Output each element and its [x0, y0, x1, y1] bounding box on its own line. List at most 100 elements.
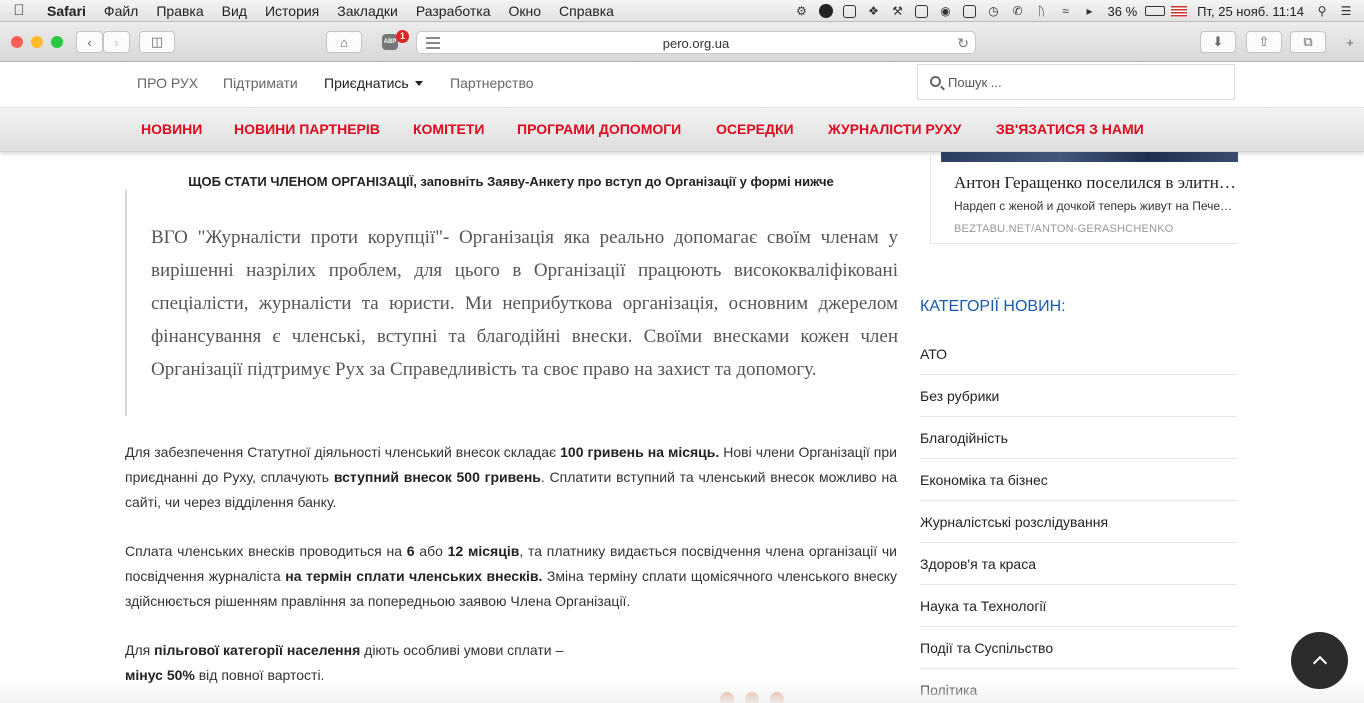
mission-quote-text: ВГО "Журналісти проти корупції"- Організ…: [151, 227, 898, 380]
categories-list: АТО Без рубрики Благодійність Економіка …: [920, 333, 1237, 703]
mission-blockquote: ВГО "Журналісти проти корупції"- Організ…: [125, 190, 898, 416]
category-uncategorized[interactable]: Без рубрики: [920, 375, 1237, 417]
fee-monthly-amount: 100 гривень на місяць.: [560, 444, 720, 460]
close-window-button[interactable]: [11, 36, 23, 48]
timemachine-icon[interactable]: ◷: [982, 0, 1006, 22]
discount-amount: мінус 50%: [125, 667, 195, 683]
category-science[interactable]: Наука та Технології: [920, 585, 1237, 627]
nav-about[interactable]: ПРО РУХ: [137, 75, 198, 91]
eye-icon[interactable]: ◉: [934, 0, 958, 22]
category-health[interactable]: Здоров'я та краса: [920, 543, 1237, 585]
tools-icon[interactable]: ⚒: [886, 0, 910, 22]
wifi-icon[interactable]: ≈: [1054, 0, 1078, 22]
menu-history[interactable]: История: [256, 3, 328, 19]
period-twelve: 12 місяців: [447, 543, 520, 559]
categories-heading: КАТЕГОРІЇ НОВИН:: [920, 298, 1066, 315]
menu-news[interactable]: НОВИНИ: [141, 121, 202, 137]
discount-paragraph: Для пільгової категорії населення діють …: [125, 638, 575, 688]
join-intro-rest: , заповніть Заяву-Анкету про вступ до Ор…: [413, 174, 834, 189]
period-text-1: Сплата членських внесків проводиться на: [125, 543, 407, 559]
menu-develop[interactable]: Разработка: [407, 3, 500, 19]
volume-icon[interactable]: ▸: [1078, 0, 1102, 22]
evernote-icon[interactable]: [958, 0, 982, 22]
reload-icon[interactable]: ↻: [957, 35, 969, 52]
box-icon[interactable]: [838, 0, 862, 22]
period-text-2: або: [414, 543, 448, 559]
adblock-button[interactable]: ABP 1: [374, 30, 412, 53]
nav-join-label: Приєднатись: [324, 75, 409, 91]
new-tab-icon[interactable]: +: [1340, 31, 1360, 53]
fee-entry-amount: вступний внесок 500 гривень: [333, 469, 541, 485]
category-charity[interactable]: Благодійність: [920, 417, 1237, 459]
menu-journalists[interactable]: ЖУРНАЛІСТИ РУХУ: [828, 121, 961, 137]
discount-text-3: від повної вартості.: [194, 667, 325, 683]
address-bar[interactable]: pero.org.ua ↻: [416, 31, 976, 54]
menu-view[interactable]: Вид: [213, 3, 256, 19]
search-icon[interactable]: [930, 76, 941, 87]
fee-paragraph: Для забезпечення Статутної діяльності чл…: [125, 440, 897, 515]
scroll-to-top-button[interactable]: [1291, 632, 1348, 689]
safari-toolbar: ‹ › ◫ ⌂ ABP 1 pero.org.ua ↻ ⬇ ⇧ ⧉ +: [0, 22, 1364, 62]
home-icon[interactable]: ⌂: [326, 31, 362, 53]
battery-icon[interactable]: [1143, 0, 1167, 22]
period-six: 6: [406, 543, 415, 559]
phone-icon[interactable]: ✆: [1006, 0, 1030, 22]
apple-logo-icon[interactable]: : [0, 2, 38, 19]
macos-menu-bar:  Safari Файл Правка Вид История Закладк…: [0, 0, 1364, 22]
sponsored-news-title[interactable]: Антон Геращенко поселился в элитном доме: [954, 173, 1236, 193]
flag-us-icon[interactable]: [1167, 0, 1191, 22]
forward-button[interactable]: ›: [103, 31, 130, 53]
category-society[interactable]: Події та Суспільство: [920, 627, 1237, 669]
sidebar-toggle-icon[interactable]: ◫: [139, 31, 175, 53]
sponsored-news-source: BEZTABU.NET/ANTON-GERASHCHENKO: [954, 223, 1174, 235]
partial-image-strip: [700, 692, 810, 703]
nav-join[interactable]: Приєднатись: [324, 75, 423, 91]
join-intro-bold: ЩОБ СТАТИ ЧЛЕНОМ ОРГАНІЗАЦІЇ: [188, 174, 414, 189]
battery-percent[interactable]: 36 %: [1102, 4, 1144, 19]
fee-text-1: Для забезпечення Статутної діяльності чл…: [125, 444, 561, 460]
gear-icon[interactable]: ⚙: [790, 0, 814, 22]
menu-bookmarks[interactable]: Закладки: [328, 3, 407, 19]
zoom-window-button[interactable]: [51, 36, 63, 48]
sponsored-news-image[interactable]: [941, 152, 1238, 162]
menu-contact[interactable]: ЗВ'ЯЗАТИСЯ З НАМИ: [996, 121, 1144, 137]
share-icon[interactable]: ⇧: [1246, 31, 1282, 53]
site-top-nav: ПРО РУХ Підтримати Приєднатись Партнерст…: [0, 63, 1364, 107]
status-area: ⚙ ❖ ⚒ ◉ ◷ ✆ ᚢ ≈ ▸ 36 % Пт, 25 нояб. 11:1…: [790, 0, 1364, 22]
notification-center-icon[interactable]: ☰: [1334, 0, 1358, 22]
join-intro: ЩОБ СТАТИ ЧЛЕНОМ ОРГАНІЗАЦІЇ, заповніть …: [125, 174, 897, 189]
search-input[interactable]: [948, 73, 1218, 91]
chevron-up-icon: [1312, 655, 1327, 670]
menu-safari[interactable]: Safari: [38, 3, 95, 19]
minimize-window-button[interactable]: [31, 36, 43, 48]
downloads-icon[interactable]: ⬇: [1200, 31, 1236, 53]
category-politics[interactable]: Політика: [920, 669, 1237, 703]
url-text: pero.org.ua: [662, 36, 730, 51]
period-term: на термін сплати членських внесків.: [285, 568, 543, 584]
back-button[interactable]: ‹: [76, 31, 103, 53]
dropbox-icon[interactable]: ❖: [862, 0, 886, 22]
tabs-overview-icon[interactable]: ⧉: [1290, 31, 1326, 53]
bluetooth-icon[interactable]: ᚢ: [1030, 0, 1054, 22]
menu-branches[interactable]: ОСЕРЕДКИ: [716, 121, 794, 137]
nav-support[interactable]: Підтримати: [223, 75, 298, 91]
category-investigations[interactable]: Журналістські розслідування: [920, 501, 1237, 543]
category-ato[interactable]: АТО: [920, 333, 1237, 375]
clock[interactable]: Пт, 25 нояб. 11:14: [1191, 4, 1310, 19]
bolt-icon[interactable]: [814, 0, 838, 22]
menu-help[interactable]: Справка: [550, 3, 623, 19]
menu-partner-news[interactable]: НОВИНИ ПАРТНЕРІВ: [234, 121, 380, 137]
menu-file[interactable]: Файл: [95, 3, 147, 19]
spotlight-icon[interactable]: ⚲: [1310, 0, 1334, 22]
menu-window[interactable]: Окно: [499, 3, 550, 19]
menu-edit[interactable]: Правка: [147, 3, 212, 19]
discount-text-2: діють особливі умови сплати –: [360, 642, 564, 658]
category-economy[interactable]: Економіка та бізнес: [920, 459, 1237, 501]
menu-committees[interactable]: КОМІТЕТИ: [413, 121, 485, 137]
display-icon[interactable]: [910, 0, 934, 22]
menu-aid-programs[interactable]: ПРОГРАМИ ДОПОМОГИ: [517, 121, 681, 137]
sponsored-news-card[interactable]: Антон Геращенко поселился в элитном доме…: [930, 152, 1238, 244]
discount-text-1: Для: [125, 642, 155, 658]
nav-partnership[interactable]: Партнерство: [450, 75, 534, 91]
payment-period-paragraph: Сплата членських внесків проводиться на …: [125, 539, 897, 614]
